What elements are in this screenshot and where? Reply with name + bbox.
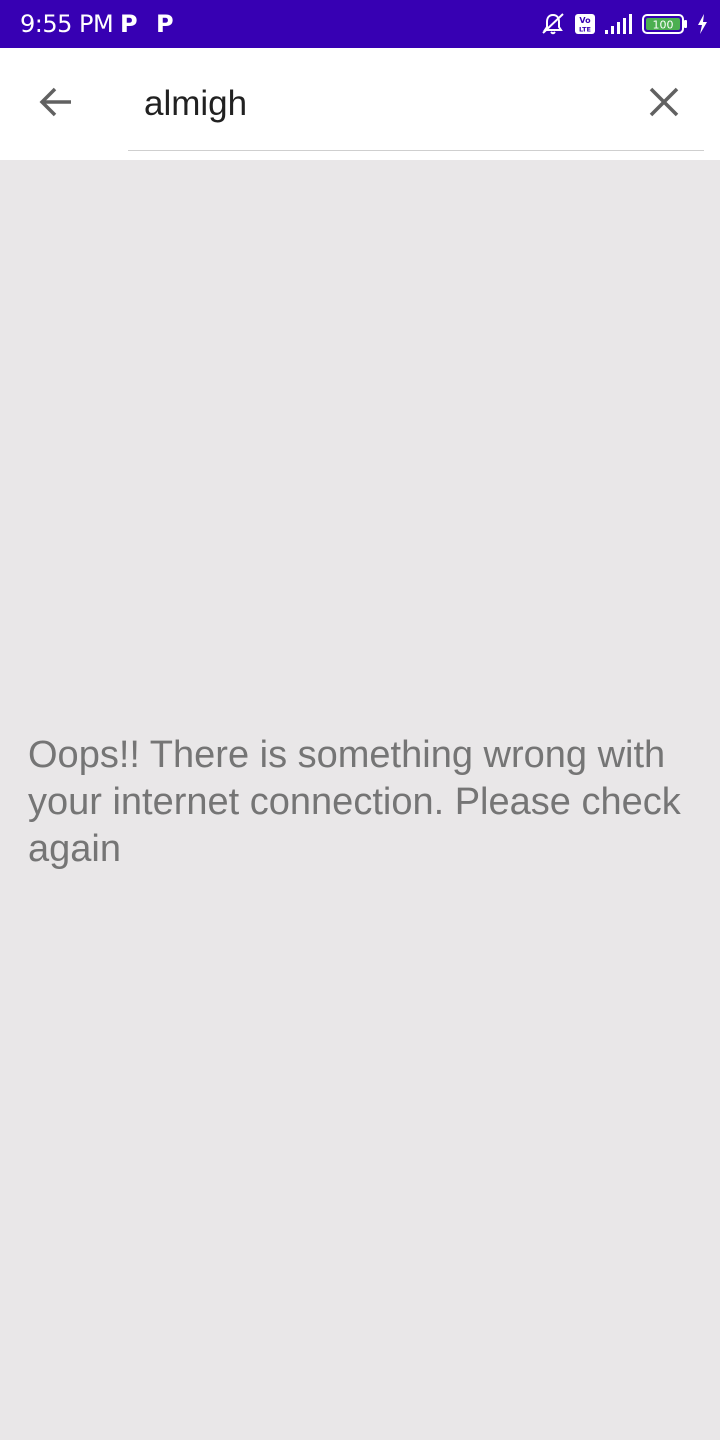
notification-p-icon-2: P [156, 10, 174, 38]
charging-icon [696, 13, 708, 35]
clear-search-button[interactable] [634, 74, 694, 134]
connection-error-message: Oops!! There is something wrong with you… [28, 734, 681, 870]
signal-icon [604, 13, 634, 35]
search-input[interactable] [144, 76, 624, 132]
status-bar: 9:55 PM P P Vo LTE 100 [0, 0, 720, 48]
volte-icon: Vo LTE [574, 13, 596, 35]
status-icons: Vo LTE 100 [540, 10, 708, 38]
back-button[interactable] [26, 74, 86, 134]
arrow-back-icon [38, 84, 74, 125]
svg-text:Vo: Vo [579, 16, 591, 25]
search-app-bar [0, 48, 720, 160]
notification-p-icon: P [120, 10, 138, 38]
search-field-container [128, 48, 704, 151]
svg-text:LTE: LTE [579, 26, 591, 34]
close-icon [648, 86, 680, 123]
mute-bell-icon [540, 11, 566, 37]
status-time: 9:55 PM [20, 10, 114, 38]
battery-icon: 100 [642, 13, 688, 35]
battery-level: 100 [653, 19, 674, 32]
